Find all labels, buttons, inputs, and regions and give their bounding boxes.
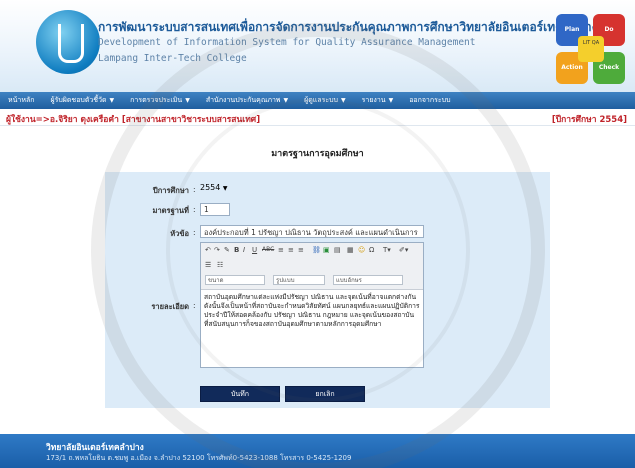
cancel-button[interactable]: ยกเลิก xyxy=(285,386,365,402)
eraser-icon[interactable]: ✎ xyxy=(224,246,230,254)
nav-item-reports[interactable]: รายงาน ▼ xyxy=(354,95,402,106)
numbered-list-icon[interactable]: ☷ xyxy=(217,261,223,269)
font-family-label: แบบอักษร xyxy=(336,277,362,284)
align-left-icon[interactable]: ≡ xyxy=(278,246,284,254)
user-bar: ผู้ใช้งาน=>อ.จิริยา ดุงเครือคำ [สาขางานส… xyxy=(0,110,635,126)
nav-label: ออกจากระบบ xyxy=(409,96,451,104)
year-value: 2554 xyxy=(200,183,221,192)
font-size-label: ขนาด xyxy=(208,277,224,284)
footer-college-name: วิทยาลัยอินเตอร์เทคลำปาง xyxy=(46,443,144,453)
table-icon[interactable]: ▦ xyxy=(347,246,354,254)
colon: : xyxy=(193,301,196,310)
academic-year-badge: [ปีการศึกษา 2554] xyxy=(551,115,627,125)
nav-label: การตรวจประเมิน xyxy=(130,96,183,104)
nav-label: ผู้ดูแลระบบ xyxy=(304,96,338,104)
special-char-icon[interactable]: Ω xyxy=(369,246,374,254)
underline-icon[interactable]: U xyxy=(252,246,257,254)
bullet-list-icon[interactable]: ☰ xyxy=(205,261,211,269)
standard-input[interactable]: 1 xyxy=(200,203,230,216)
nav-item-admin[interactable]: ผู้ดูแลระบบ ▼ xyxy=(296,95,353,106)
detail-text[interactable]: สถาบันอุดมศึกษาแต่ละแห่งมีปรัชญา ปณิธาน … xyxy=(204,293,420,329)
colon: : xyxy=(193,185,196,194)
topic-label: หัวข้อ xyxy=(170,229,189,238)
font-size-select[interactable]: ขนาด xyxy=(205,275,265,285)
college-logo xyxy=(36,10,100,74)
topic-input[interactable]: องค์ประกอบที่ 1 ปรัชญา ปณิธาน วัตถุประสง… xyxy=(200,225,424,238)
footer-address: 173/1 ถ.พหลโยธิน ต.ชมพู อ.เมือง จ.ลำปาง … xyxy=(46,454,352,462)
chevron-down-icon: ▼ xyxy=(283,97,289,104)
media-icon[interactable]: ▤ xyxy=(334,246,341,254)
chevron-down-icon: ▼ xyxy=(388,97,394,104)
strikethrough-icon[interactable]: ABC xyxy=(262,246,274,253)
page-title: มาตรฐานการอุดมศึกษา xyxy=(271,149,364,159)
colon: : xyxy=(193,205,196,214)
bold-icon[interactable]: B xyxy=(234,246,239,254)
year-select[interactable]: 2554 ▼ xyxy=(200,183,228,192)
chevron-down-icon: ▼ xyxy=(341,97,346,104)
year-label: ปีการศึกษา xyxy=(153,186,189,195)
nav-item-qa-office[interactable]: สำนักงานประกันคุณภาพ ▼ xyxy=(198,95,296,106)
nav-label: ผู้รับผิดชอบตัวชี้วัด xyxy=(50,96,107,104)
pdca-center: LIT QA xyxy=(578,36,604,62)
colon: : xyxy=(193,228,196,237)
nav-item-home[interactable]: หน้าหลัก xyxy=(0,95,42,106)
pdca-logo: Plan Do Action Check LIT QA xyxy=(556,14,626,86)
redo-icon[interactable]: ↷ xyxy=(214,246,220,254)
highlight-color-icon[interactable]: ✐▾ xyxy=(399,246,408,254)
format-select[interactable]: รูปแบบ xyxy=(273,275,325,285)
link-icon[interactable]: ⛓ xyxy=(312,246,321,254)
detail-label: รายละเอียด xyxy=(151,302,189,311)
site-subtitle-college: Lampang Inter-Tech College xyxy=(98,53,247,64)
nav-label: รายงาน xyxy=(361,96,386,104)
editor-toolbar: ↶ ↷ ✎ B I U ABC ≡ ≡ ≡ ⛓ ▣ ▤ ▦ ☺ Ω T▾ ✐▾ … xyxy=(201,243,423,290)
nav-item-logout[interactable]: ออกจากระบบ xyxy=(401,95,458,106)
chevron-down-icon: ▼ xyxy=(109,97,115,104)
nav-label: สำนักงานประกันคุณภาพ xyxy=(205,96,281,104)
site-subtitle-en: Development of Information System for Qu… xyxy=(98,37,476,48)
save-button[interactable]: บันทึก xyxy=(200,386,280,402)
text-color-icon[interactable]: T▾ xyxy=(383,246,391,254)
format-label: รูปแบบ xyxy=(276,277,295,284)
image-icon[interactable]: ▣ xyxy=(323,246,330,254)
nav-item-indicator-owner[interactable]: ผู้รับผิดชอบตัวชี้วัด ▼ xyxy=(42,95,122,106)
font-family-select[interactable]: แบบอักษร xyxy=(333,275,403,285)
current-user: ผู้ใช้งาน=>อ.จิริยา ดุงเครือคำ [สาขางานส… xyxy=(6,115,261,125)
undo-icon[interactable]: ↶ xyxy=(205,246,211,254)
align-right-icon[interactable]: ≡ xyxy=(298,246,304,254)
nav-item-assessment[interactable]: การตรวจประเมิน ▼ xyxy=(122,95,198,106)
chevron-down-icon: ▼ xyxy=(222,185,228,192)
main-nav: หน้าหลัก ผู้รับผิดชอบตัวชี้วัด ▼ การตรวจป… xyxy=(0,92,635,109)
align-center-icon[interactable]: ≡ xyxy=(288,246,294,254)
chevron-down-icon: ▼ xyxy=(185,97,190,104)
italic-icon[interactable]: I xyxy=(243,246,245,254)
emoticon-icon[interactable]: ☺ xyxy=(358,246,365,254)
site-title: การพัฒนาระบบสารสนเทศเพื่อการจัดการงานประ… xyxy=(98,20,598,34)
standard-label: มาตรฐานที่ xyxy=(152,206,189,215)
rich-text-editor[interactable]: ↶ ↷ ✎ B I U ABC ≡ ≡ ≡ ⛓ ▣ ▤ ▦ ☺ Ω T▾ ✐▾ … xyxy=(200,242,424,368)
nav-label: หน้าหลัก xyxy=(8,96,35,104)
